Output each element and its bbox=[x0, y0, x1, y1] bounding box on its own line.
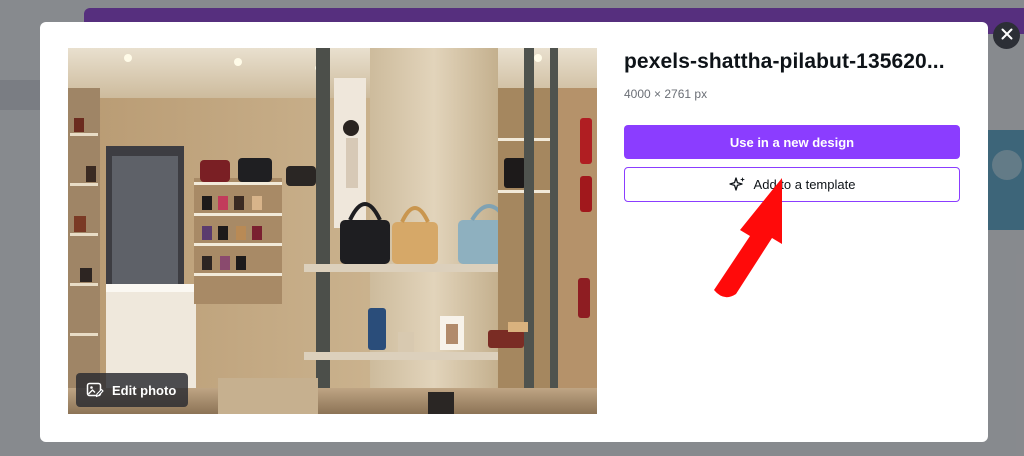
image-edit-icon bbox=[86, 381, 104, 399]
store-interior-photo bbox=[68, 48, 597, 414]
red-arrow-annotation bbox=[714, 178, 782, 298]
close-button[interactable] bbox=[993, 22, 1020, 49]
edit-photo-label: Edit photo bbox=[112, 382, 177, 398]
close-icon bbox=[1001, 27, 1013, 45]
photo-preview: Edit photo bbox=[68, 48, 597, 414]
image-details-modal: Edit photo pexels-shattha-pilabut-135620… bbox=[40, 22, 988, 442]
edit-photo-button[interactable]: Edit photo bbox=[76, 373, 189, 407]
image-dimensions: 4000 × 2761 px bbox=[624, 87, 708, 101]
image-title: pexels-shattha-pilabut-135620... bbox=[624, 50, 945, 73]
use-in-new-design-button[interactable]: Use in a new design bbox=[624, 125, 960, 159]
